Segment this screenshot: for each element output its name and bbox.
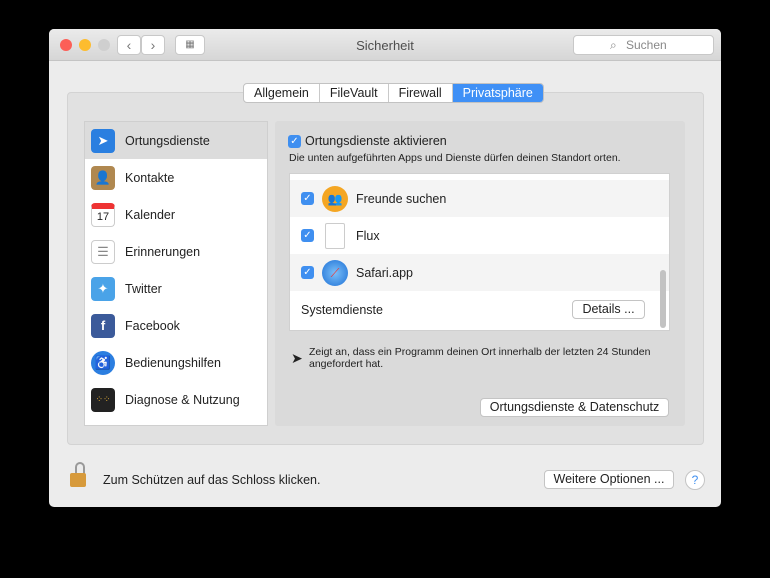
app-checkbox[interactable]: ✓ — [301, 229, 314, 242]
reminders-icon: ☰ — [91, 239, 115, 264]
preferences-window: ‹ › ▦ Sicherheit ⌕ Suchen Allgemein FileV… — [49, 29, 721, 507]
diagnostics-icon: ⁘⁘ — [91, 387, 115, 412]
app-checkbox[interactable]: ✓ — [301, 266, 314, 279]
facebook-icon: f — [91, 313, 115, 338]
system-services-label: Systemdienste — [301, 302, 383, 317]
twitter-icon: ✦ — [91, 276, 115, 301]
sidebar-item-label: Twitter — [125, 281, 162, 296]
sidebar-item-twitter[interactable]: ✦ Twitter — [85, 270, 267, 307]
sidebar-item-label: Erinnerungen — [125, 244, 201, 259]
tab-firewall[interactable]: Firewall — [389, 84, 453, 102]
app-list: ✓ 👥 Freunde suchen ✓ Flux ✓ ⟋ Safari.app Syst… — [289, 173, 670, 331]
sidebar-item-facebook[interactable]: f Facebook — [85, 307, 267, 344]
sidebar-item-label: Kontakte — [125, 170, 175, 185]
lock-open-icon[interactable] — [70, 462, 88, 488]
find-friends-icon: 👥 — [322, 185, 348, 212]
app-checkbox[interactable]: ✓ — [301, 192, 314, 205]
lock-hint: Zum Schützen auf das Schloss klicken. — [103, 473, 321, 487]
privacy-category-list: ➤ Ortungsdienste 👤 Kontakte 17 Kalender ☰ Er… — [84, 121, 268, 426]
checkbox-checked-icon: ✓ — [288, 134, 301, 148]
search-icon: ⌕ — [610, 38, 617, 52]
details-button[interactable]: Details ... — [572, 300, 645, 319]
app-name: Freunde suchen — [356, 191, 447, 206]
location-note: Zeigt an, dass ein Programm deinen Ort i… — [309, 346, 651, 370]
more-options-button[interactable]: Weitere Optionen ... — [544, 470, 674, 489]
contacts-icon: 👤 — [91, 165, 115, 190]
help-button[interactable]: ? — [685, 470, 705, 490]
enable-location-label: Ortungsdienste aktivieren — [305, 134, 447, 148]
app-name: Safari.app — [356, 265, 413, 280]
tab-filevault[interactable]: FileVault — [320, 84, 389, 102]
search-placeholder: Suchen — [626, 38, 667, 52]
sidebar-item-diagnose[interactable]: ⁘⁘ Diagnose & Nutzung — [85, 381, 267, 418]
sidebar-item-bedienungshilfen[interactable]: ♿ Bedienungshilfen — [85, 344, 267, 381]
location-arrow-icon: ➤ — [291, 350, 303, 366]
system-services-row: Systemdienste Details ... — [290, 291, 669, 328]
accessibility-icon: ♿ — [91, 350, 115, 375]
scrollbar-thumb[interactable] — [660, 270, 666, 328]
location-description: Die unten aufgeführten Apps und Dienste … — [289, 152, 621, 164]
list-item[interactable]: ✓ Flux — [290, 217, 669, 254]
sidebar-item-ortungsdienste[interactable]: ➤ Ortungsdienste — [85, 122, 267, 159]
sidebar-item-label: Kalender — [125, 207, 176, 222]
sidebar-item-label: Diagnose & Nutzung — [125, 392, 240, 407]
calendar-icon: 17 — [91, 202, 115, 227]
location-services-pane: ✓ Ortungsdienste aktivieren Die unten auf… — [275, 121, 685, 426]
sidebar-item-kontakte[interactable]: 👤 Kontakte — [85, 159, 267, 196]
tab-allgemein[interactable]: Allgemein — [244, 84, 320, 102]
sidebar-item-kalender[interactable]: 17 Kalender — [85, 196, 267, 233]
list-item[interactable]: ✓ 👥 Freunde suchen — [290, 180, 669, 217]
safari-compass-icon: ⟋ — [322, 259, 348, 286]
title-bar: ‹ › ▦ Sicherheit ⌕ Suchen — [49, 29, 721, 61]
list-item[interactable]: ✓ ⟋ Safari.app — [290, 254, 669, 291]
document-icon — [325, 222, 345, 249]
sidebar-item-label: Facebook — [125, 318, 180, 333]
location-privacy-button[interactable]: Ortungsdienste & Datenschutz — [480, 398, 669, 417]
tab-privatsphaere[interactable]: Privatsphäre — [452, 84, 543, 102]
sidebar-item-label: Bedienungshilfen — [125, 355, 221, 370]
enable-location-checkbox[interactable]: ✓ Ortungsdienste aktivieren — [288, 134, 447, 148]
tab-bar: Allgemein FileVault Firewall Privatsphär… — [243, 83, 544, 103]
sidebar-item-label: Ortungsdienste — [125, 133, 210, 148]
search-input[interactable]: ⌕ Suchen — [573, 35, 714, 55]
sidebar-item-erinnerungen[interactable]: ☰ Erinnerungen — [85, 233, 267, 270]
app-name: Flux — [356, 228, 380, 243]
location-arrow-icon: ➤ — [91, 128, 115, 153]
